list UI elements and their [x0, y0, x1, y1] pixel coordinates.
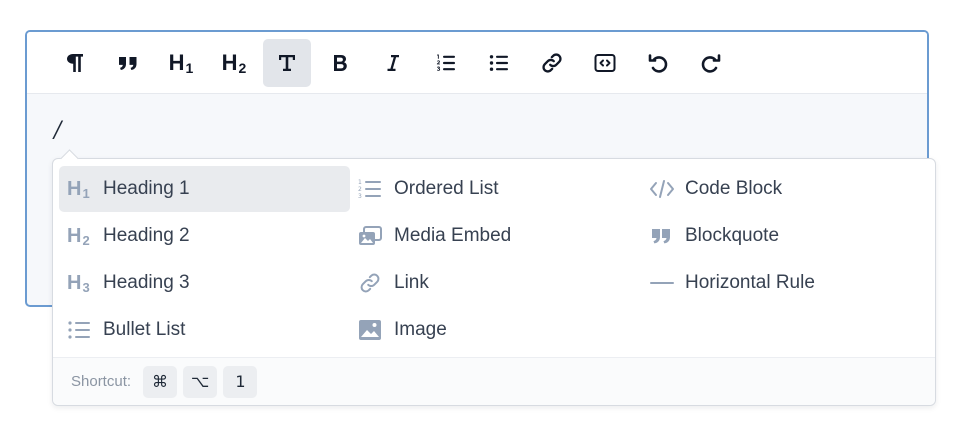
undo-icon: [648, 53, 668, 73]
svg-text:1: 1: [358, 179, 362, 186]
heading-letter: H: [67, 224, 82, 247]
heading-level: 3: [82, 279, 90, 295]
command-key: ⌘: [143, 365, 178, 398]
blockquote-button[interactable]: [104, 39, 152, 87]
heading-level: 1: [82, 185, 90, 201]
typed-slash: /: [54, 118, 62, 143]
text-icon: [279, 54, 295, 71]
bullet-list-icon: [67, 318, 95, 342]
heading-2-icon: H2: [67, 224, 95, 248]
italic-button[interactable]: [369, 39, 417, 87]
command-label: Bullet List: [103, 319, 186, 340]
bullet-list-button[interactable]: [475, 39, 523, 87]
command-label: Horizontal Rule: [685, 272, 815, 293]
command-heading-2[interactable]: H2 Heading 2: [59, 213, 350, 259]
ordered-list-icon: [436, 54, 455, 71]
redo-button[interactable]: [687, 39, 735, 87]
command-label: Ordered List: [394, 178, 499, 199]
media-embed-icon: [358, 224, 386, 248]
heading-level: 1: [185, 59, 194, 76]
quote-icon: [119, 56, 137, 70]
code-embed-icon: [594, 53, 616, 72]
command-ordered-list[interactable]: 1 2 3 Ordered List: [350, 166, 641, 212]
option-key: ⌥: [183, 365, 218, 398]
command-media-embed[interactable]: Media Embed: [350, 213, 641, 259]
heading-letter: H: [168, 49, 185, 75]
svg-text:3: 3: [358, 193, 362, 200]
paragraph-button[interactable]: [51, 39, 99, 87]
command-label: Media Embed: [394, 225, 512, 246]
text-button[interactable]: [263, 38, 311, 87]
heading-2-icon: H2: [221, 49, 247, 76]
command-label: Code Block: [685, 178, 783, 199]
command-horizontal-rule[interactable]: Horizontal Rule: [641, 260, 932, 306]
heading-letter: H: [67, 271, 82, 294]
code-icon: [649, 177, 677, 201]
command-label: Blockquote: [685, 225, 780, 246]
heading-1-button[interactable]: H1: [157, 39, 205, 87]
heading-1-icon: H1: [168, 49, 194, 76]
link-button[interactable]: [528, 39, 576, 87]
bold-button[interactable]: [316, 39, 364, 87]
undo-button[interactable]: [634, 39, 682, 87]
image-icon: [358, 318, 386, 342]
heading-2-button[interactable]: H2: [210, 39, 258, 87]
command-blockquote[interactable]: Blockquote: [641, 213, 932, 259]
quote-icon: [649, 224, 677, 248]
link-icon: [542, 52, 562, 73]
bold-icon: [334, 54, 347, 71]
command-label: Link: [394, 272, 429, 293]
command-image[interactable]: Image: [350, 307, 641, 353]
heading-letter: H: [67, 177, 82, 200]
command-heading-3[interactable]: H3 Heading 3: [59, 260, 350, 306]
command-code-block[interactable]: Code Block: [641, 166, 932, 212]
command-label: Heading 3: [103, 272, 190, 293]
command-heading-1[interactable]: H1 Heading 1: [59, 166, 350, 212]
italic-icon: [387, 54, 399, 71]
shortcut-footer: Shortcut: ⌘ ⌥ 1: [53, 357, 935, 405]
shortcut-label: Shortcut:: [71, 373, 132, 390]
horizontal-rule-icon: [649, 271, 677, 295]
ordered-list-icon: 1 2 3: [358, 177, 386, 201]
pilcrow-icon: [67, 53, 83, 72]
heading-letter: H: [221, 49, 238, 75]
command-link[interactable]: Link: [350, 260, 641, 306]
bullet-list-icon: [489, 54, 508, 71]
command-label: Heading 1: [103, 178, 190, 199]
command-label: Heading 2: [103, 225, 190, 246]
number-key: 1: [223, 365, 258, 398]
command-grid: H1 Heading 1 H2 Heading 2 H3 Heading 3 B…: [59, 166, 929, 354]
editor-toolbar: H1 H2: [27, 32, 927, 94]
heading-3-icon: H3: [67, 271, 95, 295]
svg-text:2: 2: [358, 186, 362, 193]
heading-1-icon: H1: [67, 177, 95, 201]
ordered-list-button[interactable]: [422, 39, 470, 87]
link-icon: [358, 271, 386, 295]
slash-command-menu: H1 Heading 1 H2 Heading 2 H3 Heading 3 B…: [52, 149, 936, 406]
command-bullet-list[interactable]: Bullet List: [59, 307, 350, 353]
redo-icon: [701, 53, 721, 73]
heading-level: 2: [238, 59, 247, 76]
heading-level: 2: [82, 232, 90, 248]
command-label: Image: [394, 319, 447, 340]
code-embed-button[interactable]: [581, 39, 629, 87]
